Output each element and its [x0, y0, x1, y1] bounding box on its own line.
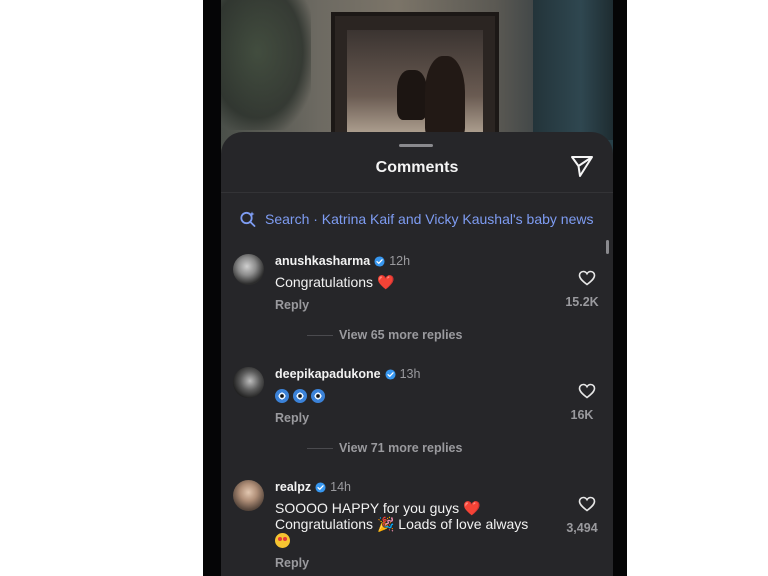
comment-time: 13h — [399, 367, 421, 381]
related-search-text: Search · Katrina Kaif and Vicky Kaushal'… — [265, 211, 594, 227]
reply-button[interactable]: Reply — [275, 411, 309, 425]
phone-bezel-right — [613, 0, 627, 576]
replies-connector-line — [307, 334, 333, 336]
verified-badge-icon — [374, 255, 385, 267]
like-button[interactable] — [573, 270, 601, 286]
nazar-amulet-emoji — [275, 389, 289, 403]
phone-screen: Comments Search · Katrina Kaif and Vicky… — [203, 0, 627, 576]
verified-badge-icon — [385, 368, 396, 380]
party-popper-emoji: 🎉 — [376, 517, 395, 533]
photo-frame-image — [347, 30, 483, 140]
photo-figure-man — [425, 56, 465, 136]
comment-item: anushkasharma 12h Congratulations ❤️ Rep… — [233, 254, 605, 354]
like-count: 16K — [570, 408, 594, 422]
comment-text-body: Loads of love always — [394, 516, 529, 532]
like-button[interactable] — [573, 383, 601, 399]
comment-username[interactable]: realpz — [275, 480, 311, 494]
red-heart-emoji: ❤️ — [376, 275, 395, 291]
like-button[interactable] — [573, 496, 601, 512]
paper-plane-icon[interactable] — [569, 154, 595, 178]
replies-connector-line — [307, 447, 333, 449]
comment-time: 12h — [389, 254, 411, 268]
heart-outline-icon — [578, 496, 596, 512]
comment-header: anushkasharma 12h — [275, 254, 410, 268]
header-divider — [221, 192, 613, 193]
like-count: 3,494 — [566, 521, 598, 535]
related-search-link[interactable]: Search · Katrina Kaif and Vicky Kaushal'… — [239, 208, 599, 230]
view-more-replies-label: View 71 more replies — [339, 441, 463, 455]
red-heart-emoji: ❤️ — [463, 501, 481, 517]
comment-text-line-2: Congratulations 🎉 Loads of love always — [275, 516, 528, 533]
heart-outline-icon — [578, 383, 596, 399]
comment-header: deepikapadukone 13h — [275, 367, 420, 381]
like-count: 15.2K — [565, 295, 599, 309]
view-more-replies[interactable]: View 71 more replies — [307, 441, 462, 455]
comments-title: Comments — [375, 159, 459, 176]
comments-sheet: Comments Search · Katrina Kaif and Vicky… — [221, 132, 613, 576]
avatar[interactable] — [233, 367, 264, 398]
sheet-drag-handle[interactable] — [399, 144, 433, 147]
reel-video-photo-frame — [331, 12, 499, 142]
comment-username[interactable]: deepikapadukone — [275, 367, 381, 381]
view-more-replies[interactable]: View 65 more replies — [307, 328, 462, 342]
reel-video-curtain — [533, 0, 613, 140]
comment-text: Congratulations ❤️ — [275, 274, 394, 291]
comment-text — [275, 388, 329, 404]
view-more-replies-label: View 65 more replies — [339, 328, 463, 342]
photo-figure-woman — [397, 70, 427, 120]
nazar-amulet-emoji — [293, 389, 307, 403]
comment-username[interactable]: anushkasharma — [275, 254, 370, 268]
nazar-amulet-emoji-row — [275, 388, 329, 404]
avatar[interactable] — [233, 254, 264, 285]
nazar-amulet-emoji — [311, 389, 325, 403]
reel-video-plant — [221, 0, 311, 130]
comment-time: 14h — [330, 480, 351, 494]
heart-outline-icon — [578, 270, 596, 286]
comment-header: realpz 14h — [275, 480, 351, 494]
comment-item: deepikapadukone 13h Reply 16K View 71 mo… — [233, 367, 605, 467]
reply-button[interactable]: Reply — [275, 298, 309, 312]
comment-text-body: SOOOO HAPPY for you guys — [275, 500, 460, 516]
comment-text-body: Congratulations — [275, 274, 374, 290]
scrollbar[interactable] — [606, 240, 609, 254]
phone-bezel-left — [203, 0, 221, 576]
verified-badge-icon — [315, 481, 326, 493]
reply-button[interactable]: Reply — [275, 556, 309, 570]
comment-text-body: Congratulations — [275, 516, 374, 532]
heart-eyes-emoji — [275, 533, 290, 548]
comment-text-line-1: SOOOO HAPPY for you guys ❤️ — [275, 500, 480, 517]
search-sparkle-icon — [240, 211, 256, 227]
comment-item: realpz 14h SOOOO HAPPY for you guys ❤️ C… — [233, 480, 605, 576]
comment-text-line-3 — [275, 532, 290, 548]
avatar[interactable] — [233, 480, 264, 511]
